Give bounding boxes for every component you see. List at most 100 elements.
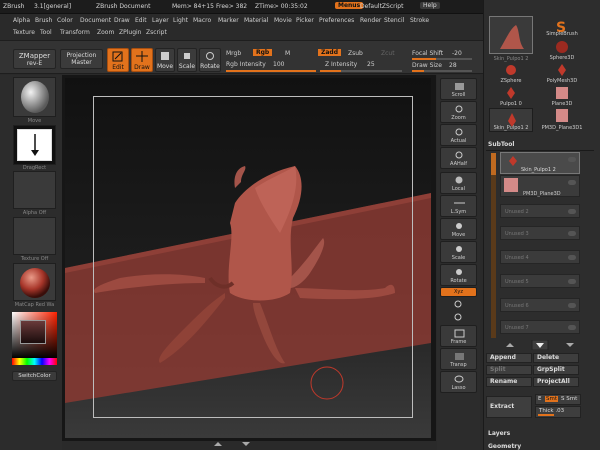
menu-draw[interactable]: Draw — [114, 17, 130, 24]
rotate-button[interactable]: Rotate — [199, 48, 221, 72]
tool-thumb-sphere3d[interactable] — [540, 38, 584, 56]
scale-button[interactable]: Scale — [177, 48, 197, 72]
menu-render[interactable]: Render — [360, 17, 381, 24]
menu-movie[interactable]: Movie — [274, 17, 292, 24]
subtool-row-2[interactable]: Unused 2 — [500, 204, 580, 218]
layers-title[interactable]: Layers — [488, 430, 510, 437]
tool-thumb-skin-pulpo-1[interactable] — [489, 16, 533, 54]
focal-shift-slider[interactable] — [412, 58, 472, 60]
scale-view-button[interactable]: Scale — [440, 241, 477, 263]
tool-thumb-zsphere[interactable] — [491, 62, 531, 78]
append-button[interactable]: Append — [486, 353, 532, 363]
subtool-scrollbar[interactable] — [491, 153, 496, 338]
menu-alpha[interactable]: Alpha — [13, 17, 30, 24]
menu-edit[interactable]: Edit — [135, 17, 147, 24]
brush-selector[interactable] — [13, 77, 56, 117]
transp-button[interactable]: Transp — [440, 348, 477, 370]
draw-button[interactable]: Draw — [131, 48, 153, 72]
mrgb-toggle[interactable]: Mrgb — [226, 50, 241, 57]
rotate-view-button[interactable]: Rotate — [440, 264, 477, 286]
menu-stencil[interactable]: Stencil — [384, 17, 404, 24]
menu-zscript[interactable]: Zscript — [146, 29, 167, 36]
menu-material[interactable]: Material — [244, 17, 268, 24]
lasso-button[interactable]: Lasso — [440, 371, 477, 393]
alpha-selector[interactable] — [13, 171, 56, 209]
tool-thumb-polymesh3d[interactable] — [540, 62, 584, 78]
tool-thumb-pulpo1[interactable] — [491, 86, 531, 100]
zcut-toggle[interactable]: Zcut — [381, 50, 395, 57]
menu-light[interactable]: Light — [173, 17, 188, 24]
tool-thumb-plane3d[interactable] — [540, 86, 584, 100]
eye-icon-2[interactable] — [568, 180, 576, 185]
zsub-toggle[interactable]: Zsub — [348, 50, 363, 57]
color-picker[interactable] — [12, 312, 57, 358]
subtool-row-5[interactable]: Unused 5 — [500, 274, 580, 288]
hue-strip[interactable] — [12, 358, 57, 365]
eye-icon-8[interactable] — [568, 325, 576, 330]
eye-icon-4[interactable] — [568, 231, 576, 236]
help-button[interactable]: Help — [420, 2, 440, 9]
switch-color-button[interactable]: SwitchColor — [12, 371, 57, 381]
extract-button[interactable]: Extract — [486, 396, 532, 418]
edit-button[interactable]: Edit — [107, 48, 129, 72]
zoom-button[interactable]: Zoom — [440, 101, 477, 123]
smt-toggle[interactable]: Smt — [545, 396, 559, 402]
menu-layer[interactable]: Layer — [152, 17, 169, 24]
s-smt-toggle[interactable]: S Smt — [561, 396, 577, 402]
menu-picker[interactable]: Picker — [296, 17, 314, 24]
subtool-row-4[interactable]: Unused 4 — [500, 250, 580, 264]
frame-button[interactable]: Frame — [440, 325, 477, 347]
menu-preferences[interactable]: Preferences — [319, 17, 354, 24]
move-button[interactable]: Move — [155, 48, 175, 72]
geometry-title[interactable]: Geometry — [488, 443, 521, 450]
menu-color[interactable]: Color — [57, 17, 73, 24]
eye-icon-7[interactable] — [568, 303, 576, 308]
material-selector[interactable] — [13, 263, 56, 301]
eye-icon-3[interactable] — [568, 209, 576, 214]
scroll-button[interactable]: Scroll — [440, 78, 477, 100]
texture-selector[interactable] — [13, 217, 56, 255]
menu-stroke[interactable]: Stroke — [410, 17, 429, 24]
menu-marker[interactable]: Marker — [218, 17, 239, 24]
subtool-title[interactable]: SubTool — [488, 141, 514, 148]
rgb-toggle[interactable]: Rgb — [253, 49, 273, 56]
zmapper-button[interactable]: ZMapper rev-E — [13, 49, 56, 69]
document-canvas[interactable] — [65, 78, 431, 438]
aahalf-button[interactable]: AAHalf — [440, 147, 477, 169]
rgb-intensity-slider[interactable] — [226, 70, 316, 72]
lsym-button[interactable]: L.Sym — [440, 195, 477, 217]
default-zscript-button[interactable]: DefaultZScript — [360, 3, 403, 10]
menu-transform[interactable]: Transform — [60, 29, 90, 36]
menu-texture[interactable]: Texture — [13, 29, 35, 36]
projection-master-button[interactable]: Projection Master — [60, 49, 103, 69]
z-intensity-slider[interactable] — [320, 70, 402, 72]
move-view-button[interactable]: Move — [440, 218, 477, 240]
rename-button[interactable]: Rename — [486, 377, 532, 387]
zadd-toggle[interactable]: Zadd — [318, 49, 341, 56]
menu-zoom[interactable]: Zoom — [97, 29, 114, 36]
draw-size-slider[interactable] — [412, 70, 472, 72]
stroke-selector[interactable] — [13, 125, 56, 165]
actual-button[interactable]: Actual — [440, 124, 477, 146]
projectall-button[interactable]: ProjectAll — [533, 377, 579, 387]
local-button[interactable]: Local — [440, 172, 477, 194]
menu-brush[interactable]: Brush — [35, 17, 52, 24]
delete-button[interactable]: Delete — [533, 353, 579, 363]
subtool-row-6[interactable]: Unused 6 — [500, 298, 580, 312]
split-button[interactable]: Split — [486, 365, 532, 375]
m-toggle[interactable]: M — [285, 50, 290, 57]
subtool-row-1[interactable]: PM3D_Plane3D — [500, 175, 580, 197]
thick-slider[interactable]: Thick .03 — [535, 406, 581, 418]
menu-zplugin[interactable]: ZPlugin — [119, 29, 141, 36]
menu-macro[interactable]: Macro — [193, 17, 211, 24]
e-smt-toggle[interactable]: E — [538, 396, 541, 402]
menu-document[interactable]: Document — [80, 17, 111, 24]
xyz-toggle[interactable]: Xyz — [440, 287, 477, 297]
subtool-row-7[interactable]: Unused 7 — [500, 320, 580, 334]
menus-button[interactable]: Menus — [335, 2, 364, 9]
eye-icon[interactable] — [568, 157, 576, 162]
grpsplit-button[interactable]: GrpSplit — [533, 365, 579, 375]
eye-icon-6[interactable] — [568, 279, 576, 284]
subtool-row-0[interactable]: Skin_Pulpo1 2 — [500, 152, 580, 174]
eye-icon-5[interactable] — [568, 255, 576, 260]
